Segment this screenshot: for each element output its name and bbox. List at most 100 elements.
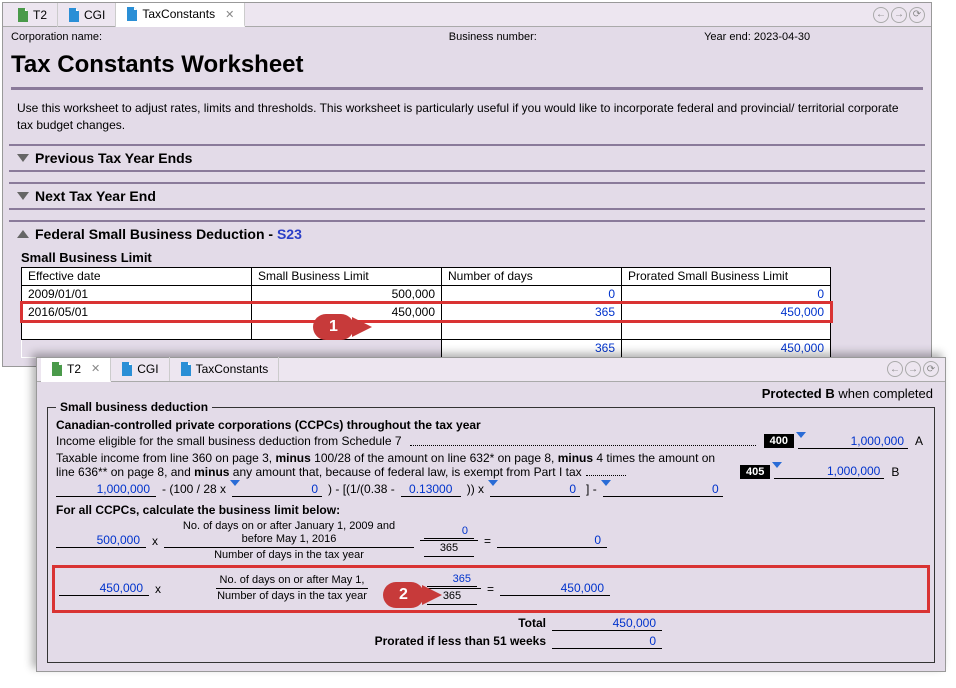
total-row: Total 450,000 <box>406 616 926 631</box>
cell-prorated: 450,000 <box>622 303 831 321</box>
calc-field[interactable]: 1,000,000 <box>56 482 156 497</box>
table-title: Small Business Limit <box>21 250 913 265</box>
business-number-label: Business number: <box>449 31 704 43</box>
tab-cgi[interactable]: CGI <box>111 357 169 381</box>
letter-b: B <box>888 465 902 479</box>
prorated-row: Prorated if less than 51 weeks 0 <box>296 634 926 649</box>
nav-refresh-icon[interactable]: ⟳ <box>909 7 925 23</box>
worksheet-description: Use this worksheet to adjust rates, limi… <box>3 90 931 144</box>
close-icon[interactable]: ✕ <box>91 362 100 375</box>
tab-bar-2: T2 ✕ CGI TaxConstants ← → ⟳ <box>37 358 945 382</box>
callout-2: 2 <box>383 582 424 608</box>
tab-label: TaxConstants <box>196 362 269 376</box>
result-field: 450,000 <box>500 581 610 596</box>
chevron-up-icon <box>17 230 29 238</box>
tab-label: CGI <box>84 8 105 22</box>
calc-field[interactable]: 0 <box>603 482 723 497</box>
cell-prorated: 0 <box>622 285 831 303</box>
cell-limit[interactable]: 500,000 <box>252 285 442 303</box>
dropdown-icon[interactable] <box>772 462 782 468</box>
dropdown-icon[interactable] <box>230 480 240 486</box>
line-box-405: 405 <box>740 465 770 479</box>
limit-row-2009: 500,000 x No. of days on or after Januar… <box>56 520 926 563</box>
chevron-down-icon <box>17 192 29 200</box>
tab-label: TaxConstants <box>142 7 215 21</box>
close-icon[interactable]: ✕ <box>225 8 234 21</box>
den-field: 365 <box>424 542 474 556</box>
base-field[interactable]: 500,000 <box>56 533 146 548</box>
nav-controls: ← → ⟳ <box>873 7 931 23</box>
tab-label: T2 <box>33 8 47 22</box>
tab-label: T2 <box>67 362 81 376</box>
corp-name-label: Corporation name: <box>11 31 449 43</box>
num-field[interactable]: 0 <box>424 525 474 539</box>
tab-taxconstants[interactable]: TaxConstants ✕ <box>116 3 245 27</box>
section-next-year[interactable]: Next Tax Year End <box>9 182 925 210</box>
doc-icon <box>126 7 138 21</box>
value-405[interactable]: 1,000,000 <box>774 464 884 479</box>
tab-taxconstants[interactable]: TaxConstants <box>170 357 280 381</box>
limit-row-2016: 450,000 x No. of days on or after May 1,… <box>59 573 923 604</box>
chevron-down-icon <box>17 154 29 162</box>
doc-icon <box>121 362 133 376</box>
line-box-400: 400 <box>764 434 794 448</box>
ccpc-all-header: For all CCPCs, calculate the business li… <box>56 503 926 517</box>
doc-icon <box>51 362 63 376</box>
year-end-label: Year end: 2023-04-30 <box>704 31 923 43</box>
total-field: 450,000 <box>552 616 662 631</box>
fieldset-legend: Small business deduction <box>56 400 212 414</box>
table-row[interactable]: 2009/01/01 500,000 0 0 <box>22 285 831 303</box>
tab-label: CGI <box>137 362 158 376</box>
small-business-limit-table: Effective date Small Business Limit Numb… <box>21 267 831 358</box>
nav-forward-icon[interactable]: → <box>891 7 907 23</box>
ccpc-header: Canadian-controlled private corporations… <box>56 418 926 432</box>
col-prorated: Prorated Small Business Limit <box>622 267 831 285</box>
page-title: Tax Constants Worksheet <box>3 47 931 87</box>
section-federal-sbd[interactable]: Federal Small Business Deduction - S23 <box>9 220 925 246</box>
calc-field[interactable]: 0.13000 <box>401 482 461 497</box>
calc-line-b: 1,000,000 - (100 / 28 x 0 ) - [(1/(0.38 … <box>56 482 926 497</box>
prorated-field: 0 <box>552 634 662 649</box>
tab-t2[interactable]: T2 <box>7 3 58 27</box>
calc-field[interactable]: 0 <box>490 482 580 497</box>
doc-icon <box>68 8 80 22</box>
result-field: 0 <box>497 533 607 548</box>
nav-refresh-icon[interactable]: ⟳ <box>923 361 939 377</box>
letter-a: A <box>912 434 926 448</box>
calc-field[interactable]: 0 <box>232 482 322 497</box>
cell-date[interactable]: 2016/05/01 <box>22 303 252 321</box>
tab-cgi[interactable]: CGI <box>58 3 116 27</box>
section-previous-years[interactable]: Previous Tax Year Ends <box>9 144 925 172</box>
tab-bar-1: T2 CGI TaxConstants ✕ ← → ⟳ <box>3 3 931 27</box>
s23-link[interactable]: S23 <box>277 226 302 242</box>
cell-date[interactable]: 2009/01/01 <box>22 285 252 303</box>
cell-days: 0 <box>442 285 622 303</box>
nav-back-icon[interactable]: ← <box>873 7 889 23</box>
nav-back-icon[interactable]: ← <box>887 361 903 377</box>
nav-forward-icon[interactable]: → <box>905 361 921 377</box>
limit-row-2016-highlighted: 450,000 x No. of days on or after May 1,… <box>52 565 930 612</box>
tab-t2[interactable]: T2 ✕ <box>41 358 111 382</box>
doc-icon <box>180 362 192 376</box>
table-row-highlighted[interactable]: 2016/05/01 450,000 365 450,000 <box>22 303 831 321</box>
table-header-row: Effective date Small Business Limit Numb… <box>22 267 831 285</box>
col-limit: Small Business Limit <box>252 267 442 285</box>
dropdown-icon[interactable] <box>601 480 611 486</box>
dropdown-icon[interactable] <box>488 480 498 486</box>
line-400: Income eligible for the small business d… <box>56 434 926 449</box>
callout-1: 1 <box>313 314 354 340</box>
info-row: Corporation name: Business number: Year … <box>3 27 931 47</box>
sbd-fieldset: Small business deduction Canadian-contro… <box>47 407 935 663</box>
small-business-limit-table-wrap: Small Business Limit Effective date Smal… <box>3 246 931 366</box>
cell-days: 365 <box>442 303 622 321</box>
col-days: Number of days <box>442 267 622 285</box>
value-400[interactable]: 1,000,000 <box>798 434 908 449</box>
cell-prorated-total: 450,000 <box>622 339 831 357</box>
nav-controls: ← → ⟳ <box>887 361 945 377</box>
table-row-empty[interactable] <box>22 321 831 339</box>
col-effective-date: Effective date <box>22 267 252 285</box>
line-405: Taxable income from line 360 on page 3, … <box>56 451 926 479</box>
t2-schedule-window: T2 ✕ CGI TaxConstants ← → ⟳ Protected B … <box>36 357 946 672</box>
base-field[interactable]: 450,000 <box>59 581 149 596</box>
dropdown-icon[interactable] <box>796 432 806 438</box>
